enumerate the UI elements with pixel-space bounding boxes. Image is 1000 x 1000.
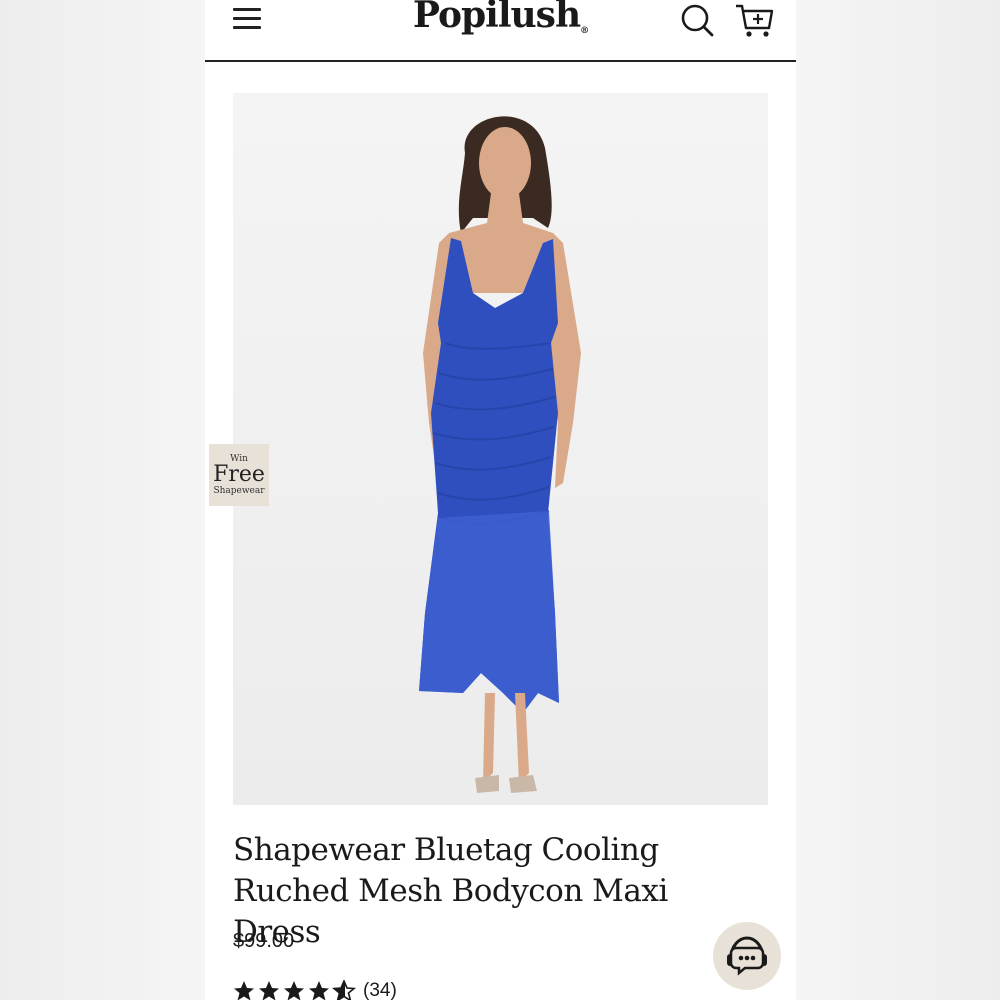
product-price: $99.00 xyxy=(233,930,295,952)
star-icon xyxy=(234,981,254,1000)
promo-free-text: Free xyxy=(213,462,265,487)
brand-registered-mark: ® xyxy=(580,26,589,36)
background-right xyxy=(796,0,1000,1000)
brand-name: Popilush xyxy=(412,0,581,36)
site-header: Popilush® xyxy=(205,0,796,62)
background-left xyxy=(0,0,205,1000)
star-icon xyxy=(259,981,279,1000)
search-icon[interactable] xyxy=(677,0,717,40)
product-image[interactable] xyxy=(233,93,768,805)
star-icon xyxy=(309,981,329,1000)
mobile-page: Popilush® Win Free Shapewear Shapewear B… xyxy=(205,0,796,1000)
half-star-icon xyxy=(333,980,355,1000)
review-count[interactable]: (34) xyxy=(363,980,397,1000)
promo-badge[interactable]: Win Free Shapewear xyxy=(209,444,269,506)
model-wearing-dress-illustration xyxy=(233,93,768,805)
chat-support-icon[interactable] xyxy=(713,922,781,990)
rating-stars xyxy=(234,980,355,1000)
cart-plus-icon[interactable] xyxy=(733,0,777,40)
promo-shapewear-text: Shapewear xyxy=(213,486,265,496)
star-icon xyxy=(284,981,304,1000)
product-title: Shapewear Bluetag Cooling Ruched Mesh Bo… xyxy=(233,832,668,950)
